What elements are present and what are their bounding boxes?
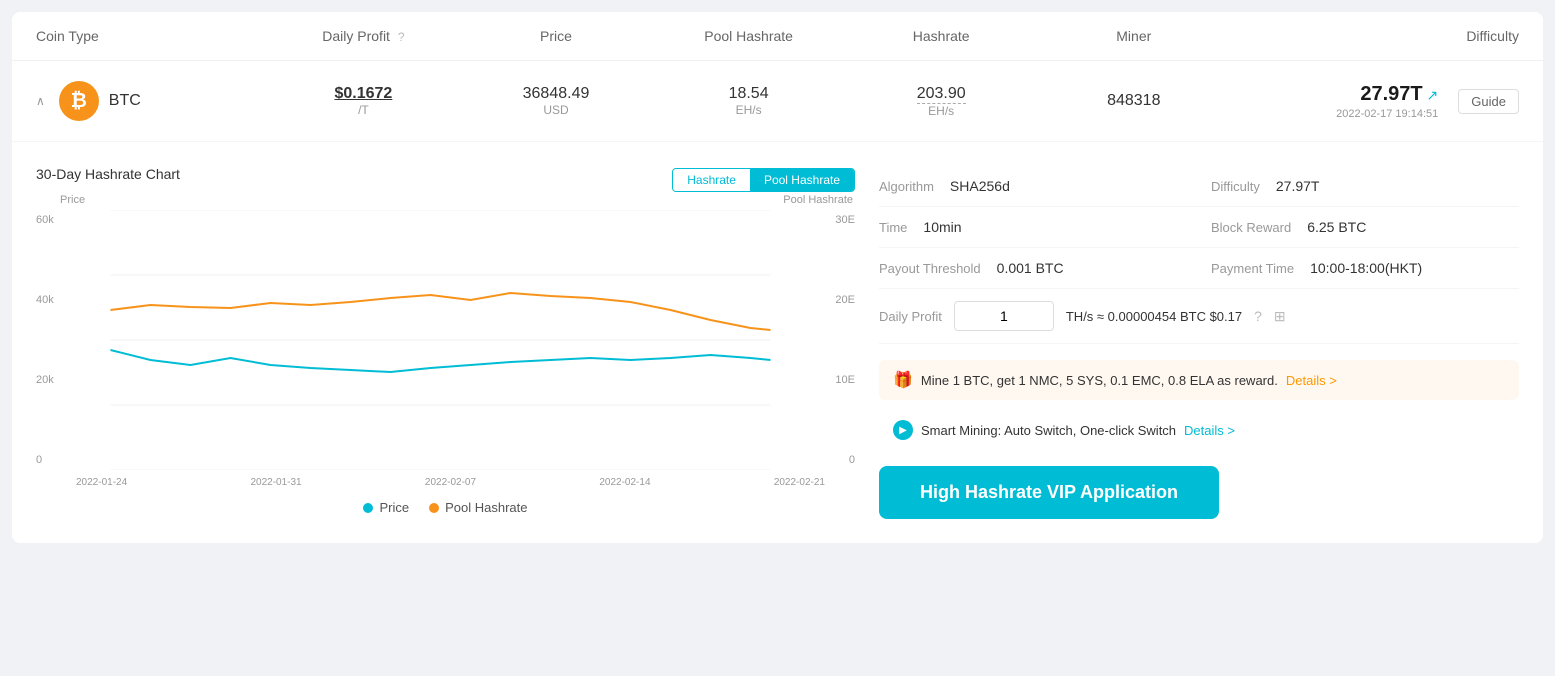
- gift-icon: 🎁: [893, 370, 913, 390]
- y-right-label-3: 0: [835, 454, 855, 466]
- legend-price-item: Price: [363, 500, 409, 515]
- time-label: Time: [879, 220, 907, 235]
- y-left-label-3: 0: [36, 454, 54, 466]
- x-label-2: 2022-02-07: [425, 477, 476, 488]
- time-value: 10min: [923, 219, 961, 235]
- btc-row: ∧ ₿ BTC $0.1672 /T 36848.49 USD 18.54 EH…: [12, 61, 1543, 142]
- daily-profit-unit: /T: [267, 103, 460, 117]
- smart-mining-text: Smart Mining: Auto Switch, One-click Swi…: [921, 423, 1176, 438]
- miner-col: 848318: [1037, 92, 1230, 110]
- x-axis-labels: 2022-01-24 2022-01-31 2022-02-07 2022-02…: [36, 473, 855, 488]
- payout-label: Payout Threshold: [879, 261, 981, 276]
- calculator-icon[interactable]: ⊞: [1274, 308, 1286, 325]
- question-icon[interactable]: ?: [1254, 308, 1262, 324]
- reward-text: Mine 1 BTC, get 1 NMC, 5 SYS, 0.1 EMC, 0…: [921, 373, 1278, 388]
- x-label-0: 2022-01-24: [76, 477, 127, 488]
- hashrate-value: 203.90: [917, 85, 966, 102]
- price-currency: USD: [460, 103, 653, 117]
- smart-mining-details-link[interactable]: Details >: [1184, 423, 1235, 438]
- price-col: 36848.49 USD: [460, 85, 653, 117]
- hashrate-col: 203.90 EH/s: [845, 85, 1038, 118]
- smart-mining-icon: ▶: [893, 420, 913, 440]
- block-reward-label: Block Reward: [1211, 220, 1291, 235]
- daily-profit-input[interactable]: [954, 301, 1054, 331]
- payment-time-value: 10:00-18:00(HKT): [1310, 260, 1422, 276]
- info-daily-profit-label: Daily Profit: [879, 309, 942, 324]
- col-header-pool-hashrate: Pool Hashrate: [652, 28, 845, 44]
- col-header-miner: Miner: [1037, 28, 1230, 44]
- pool-hashrate-value: 18.54: [652, 85, 845, 103]
- algorithm-label: Algorithm: [879, 179, 934, 194]
- algorithm-value: SHA256d: [950, 178, 1010, 194]
- col-header-coin-type: Coin Type: [36, 28, 267, 44]
- toggle-hashrate-button[interactable]: Hashrate: [673, 169, 750, 191]
- daily-profit-value: $0.1672: [267, 85, 460, 103]
- y-right-label-1: 20E: [835, 294, 855, 306]
- col-header-difficulty: Difficulty: [1230, 28, 1519, 44]
- x-label-4: 2022-02-21: [774, 477, 825, 488]
- chart-area: 30-Day Hashrate Chart Hashrate Pool Hash…: [36, 166, 855, 519]
- row-collapse-icon[interactable]: ∧: [36, 94, 45, 108]
- legend-pool-item: Pool Hashrate: [429, 500, 527, 515]
- vip-application-button[interactable]: High Hashrate VIP Application: [879, 466, 1219, 519]
- payment-time-label: Payment Time: [1211, 261, 1294, 276]
- info-difficulty-label: Difficulty: [1211, 179, 1260, 194]
- legend-pool-dot: [429, 503, 439, 513]
- col-header-price: Price: [460, 28, 653, 44]
- miner-value: 848318: [1037, 92, 1230, 110]
- reward-details-link[interactable]: Details >: [1286, 373, 1337, 388]
- y-left-label-2: 20k: [36, 374, 54, 386]
- difficulty-time: 2022-02-17 19:14:51: [1336, 108, 1438, 120]
- chart-svg: [66, 210, 815, 470]
- x-label-1: 2022-01-31: [250, 477, 301, 488]
- y-right-label-0: 30E: [835, 214, 855, 226]
- chart-title: 30-Day Hashrate Chart: [36, 166, 180, 182]
- legend-price-label: Price: [379, 500, 409, 515]
- info-area: Algorithm SHA256d Difficulty 27.97T Time…: [879, 166, 1519, 519]
- hashrate-unit: EH/s: [845, 104, 1038, 118]
- coin-type-col: ∧ ₿ BTC: [36, 81, 267, 121]
- payout-value: 0.001 BTC: [997, 260, 1064, 276]
- legend-pool-label: Pool Hashrate: [445, 500, 527, 515]
- y-left-label-0: 60k: [36, 214, 54, 226]
- y-left-label-1: 40k: [36, 294, 54, 306]
- chart-legend: Price Pool Hashrate: [36, 500, 855, 515]
- smart-mining-banner: ▶ Smart Mining: Auto Switch, One-click S…: [879, 410, 1519, 450]
- y-left-title: Price: [60, 194, 85, 206]
- price-value: 36848.49: [460, 85, 653, 103]
- difficulty-value: 27.97T: [1360, 83, 1422, 105]
- difficulty-col: 27.97T ↗ 2022-02-17 19:14:51 Guide: [1230, 83, 1519, 120]
- chart-toggles: Hashrate Pool Hashrate: [672, 168, 855, 192]
- daily-profit-result: TH/s ≈ 0.00000454 BTC $0.17: [1066, 309, 1242, 324]
- daily-profit-header-label: Daily Profit: [322, 28, 390, 44]
- pool-hashrate-unit: EH/s: [652, 103, 845, 117]
- table-header: Coin Type Daily Profit ? Price Pool Hash…: [12, 12, 1543, 61]
- coin-name: BTC: [109, 92, 141, 110]
- daily-profit-col: $0.1672 /T: [267, 85, 460, 117]
- pool-hashrate-col: 18.54 EH/s: [652, 85, 845, 117]
- y-right-title: Pool Hashrate: [783, 194, 853, 206]
- col-header-hashrate: Hashrate: [845, 28, 1038, 44]
- col-header-daily-profit: Daily Profit ?: [267, 28, 460, 44]
- legend-price-dot: [363, 503, 373, 513]
- guide-button[interactable]: Guide: [1458, 89, 1519, 114]
- block-reward-value: 6.25 BTC: [1307, 219, 1366, 235]
- y-right-label-2: 10E: [835, 374, 855, 386]
- x-label-3: 2022-02-14: [599, 477, 650, 488]
- reward-banner: 🎁 Mine 1 BTC, get 1 NMC, 5 SYS, 0.1 EMC,…: [879, 360, 1519, 400]
- difficulty-arrow-icon: ↗: [1427, 87, 1439, 103]
- info-difficulty-value: 27.97T: [1276, 178, 1320, 194]
- btc-icon: ₿: [59, 81, 99, 121]
- help-icon[interactable]: ?: [398, 30, 405, 44]
- toggle-pool-hashrate-button[interactable]: Pool Hashrate: [750, 169, 854, 191]
